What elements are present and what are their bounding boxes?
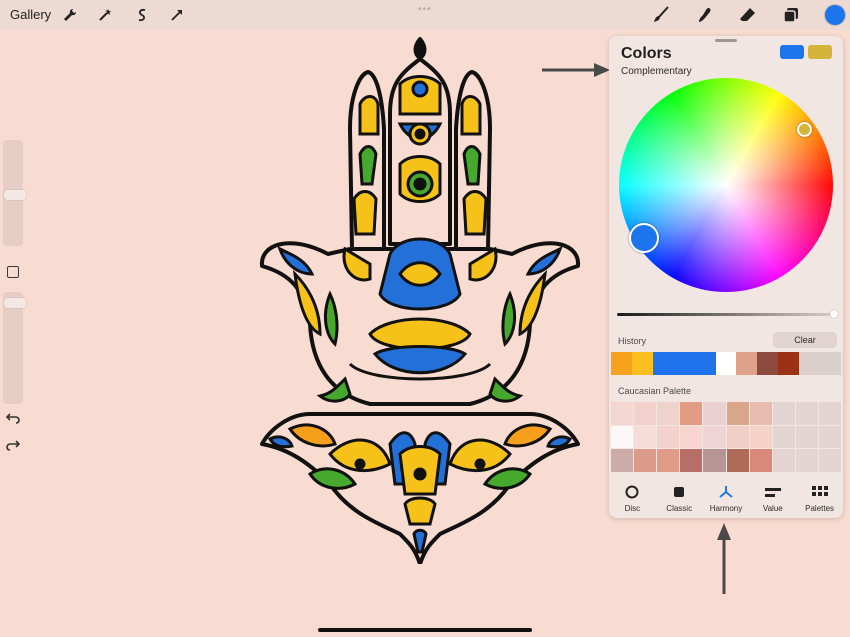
panel-title: Colors: [621, 45, 672, 62]
history-swatch[interactable]: [611, 352, 632, 375]
brightness-slider[interactable]: [617, 313, 837, 316]
magic-wand-icon[interactable]: [94, 4, 116, 26]
palette-swatch[interactable]: [795, 449, 818, 472]
left-sidebar: [0, 138, 26, 460]
palette-swatch[interactable]: [818, 425, 841, 449]
tab-label: Palettes: [805, 504, 835, 513]
wrench-icon[interactable]: [59, 4, 81, 26]
palette-swatch[interactable]: [749, 449, 772, 472]
tab-value[interactable]: Value: [749, 482, 796, 518]
undo-icon[interactable]: [5, 410, 21, 426]
opacity-slider[interactable]: [3, 292, 26, 404]
selection-icon[interactable]: [131, 4, 153, 26]
palette-swatch[interactable]: [680, 449, 703, 472]
complementary-color-knob[interactable]: [797, 122, 812, 137]
palette-swatch[interactable]: [772, 449, 795, 472]
drag-handle[interactable]: •••: [418, 4, 432, 15]
transform-arrow-icon[interactable]: [166, 4, 188, 26]
layers-icon[interactable]: [780, 4, 802, 26]
history-swatch[interactable]: [715, 352, 737, 375]
harmony-color-wheel[interactable]: [619, 78, 833, 292]
annotation-arrow-right: [542, 63, 610, 77]
tab-palettes[interactable]: Palettes: [796, 482, 843, 518]
smudge-icon[interactable]: [694, 4, 716, 26]
primary-color-swatch[interactable]: [780, 45, 804, 59]
home-indicator[interactable]: [318, 628, 532, 632]
history-swatch[interactable]: [820, 352, 841, 375]
hamsa-artwork: [259, 37, 581, 564]
brush-icon[interactable]: [650, 4, 672, 26]
palette-swatch[interactable]: [611, 402, 634, 425]
tab-label: Classic: [666, 504, 693, 513]
redo-icon[interactable]: [5, 437, 21, 453]
palette-swatch[interactable]: [680, 425, 703, 449]
top-toolbar: Gallery •••: [0, 0, 850, 30]
palette-swatch[interactable]: [818, 449, 841, 472]
gallery-button[interactable]: Gallery: [10, 7, 51, 22]
saturation-overlay: [619, 78, 833, 292]
palettes-grid-icon: [811, 486, 828, 498]
palette-swatch[interactable]: [726, 425, 749, 449]
disc-icon: [624, 485, 640, 499]
palette-swatch[interactable]: [726, 402, 749, 425]
palette-swatch[interactable]: [703, 449, 726, 472]
palette-swatch[interactable]: [703, 425, 726, 449]
history-swatch[interactable]: [778, 352, 800, 375]
colors-panel: Colors Complementary History Clear Cauca…: [609, 36, 843, 518]
clear-history-button[interactable]: Clear: [773, 332, 837, 348]
palette-swatch[interactable]: [657, 402, 680, 425]
brightness-knob[interactable]: [830, 310, 838, 318]
palette-swatch[interactable]: [634, 449, 657, 472]
palette-swatch[interactable]: [772, 425, 795, 449]
palette-swatch[interactable]: [634, 425, 657, 449]
tab-label: Harmony: [709, 504, 743, 513]
palette-swatch[interactable]: [795, 402, 818, 425]
tab-label: Value: [762, 504, 783, 513]
tab-harmony[interactable]: Harmony: [703, 482, 750, 518]
classic-square-icon: [671, 486, 687, 498]
palette-swatch[interactable]: [657, 425, 680, 449]
history-swatch[interactable]: [652, 352, 674, 375]
panel-handle[interactable]: [715, 39, 737, 42]
secondary-color-swatch[interactable]: [808, 45, 832, 59]
tab-disc[interactable]: Disc: [609, 482, 656, 518]
history-label: History: [618, 336, 647, 346]
opacity-knob[interactable]: [4, 298, 26, 308]
palette-swatch[interactable]: [726, 449, 749, 472]
eraser-icon[interactable]: [737, 4, 759, 26]
palette-grid: [611, 402, 841, 472]
palette-swatch[interactable]: [703, 402, 726, 425]
palette-swatch[interactable]: [680, 402, 703, 425]
primary-color-knob[interactable]: [629, 223, 659, 253]
palette-swatch[interactable]: [749, 402, 772, 425]
palette-swatch[interactable]: [611, 449, 634, 472]
history-swatch[interactable]: [673, 352, 695, 375]
history-swatch[interactable]: [757, 352, 779, 375]
palette-swatch[interactable]: [657, 449, 680, 472]
color-mode-tabs: Disc Classic Harmony Value Palettes: [609, 482, 843, 518]
current-color-button[interactable]: [825, 5, 845, 25]
modify-button[interactable]: [7, 266, 19, 278]
harmony-icon: [718, 486, 734, 498]
history-swatches: [611, 352, 841, 375]
history-swatch[interactable]: [631, 352, 653, 375]
palette-swatch[interactable]: [795, 425, 818, 449]
palette-swatch[interactable]: [749, 425, 772, 449]
value-sliders-icon: [764, 486, 781, 498]
history-swatch[interactable]: [736, 352, 758, 375]
harmony-mode-selector[interactable]: Complementary: [621, 66, 692, 77]
annotation-arrow-up: [717, 523, 731, 594]
history-swatch[interactable]: [799, 352, 821, 375]
tab-label: Disc: [624, 504, 641, 513]
palette-swatch[interactable]: [772, 402, 795, 425]
palette-label: Caucasian Palette: [618, 386, 692, 396]
tab-classic[interactable]: Classic: [656, 482, 703, 518]
palette-swatch[interactable]: [611, 425, 634, 449]
brush-size-knob[interactable]: [4, 190, 26, 200]
history-swatch[interactable]: [694, 352, 716, 375]
palette-swatch[interactable]: [818, 402, 841, 425]
brush-size-slider[interactable]: [3, 140, 26, 246]
palette-swatch[interactable]: [634, 402, 657, 425]
